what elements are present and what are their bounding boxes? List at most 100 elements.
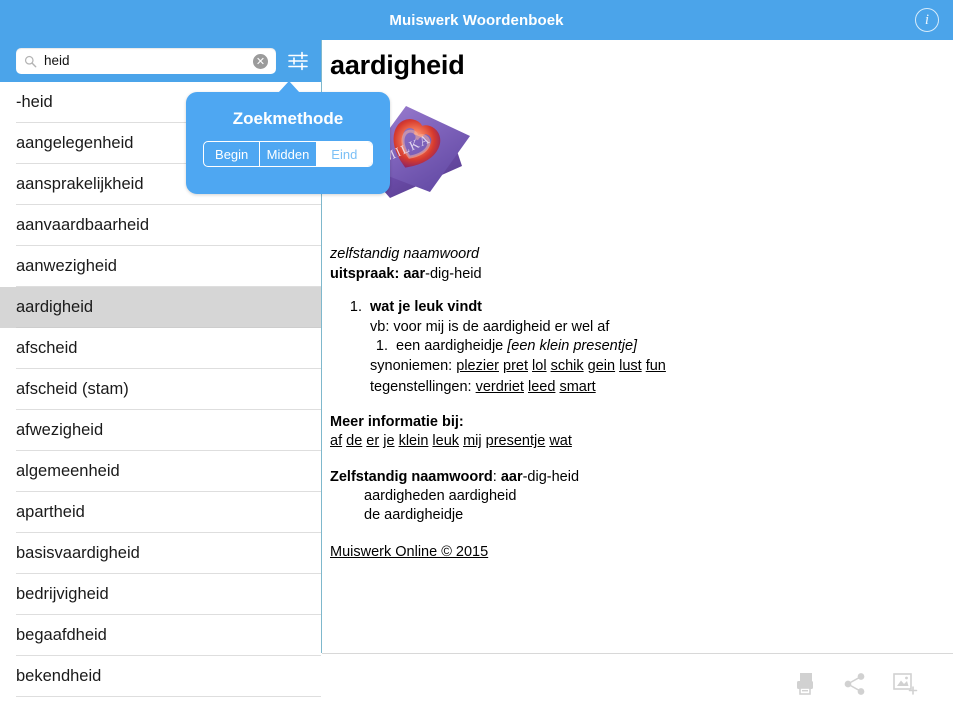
entry-panel: aardigheid MILKA zelfstandig naamwoord u… [322,40,953,653]
word-list-item-label: begaafdheid [16,626,107,644]
inflection-rest: -dig-heid [522,468,580,485]
word-list-item-label: aardigheid [16,298,94,316]
pronunciation-label: uitspraak: [330,266,400,283]
copyright-link[interactable]: Muiswerk Online © 2015 [330,544,488,560]
sliders-icon[interactable] [283,46,313,76]
more-info-link[interactable]: je [383,433,394,449]
print-button[interactable] [783,664,827,704]
word-list-item[interactable]: basisvaardigheid [0,533,321,574]
word-list-item-label: aansprakelijkheid [16,175,144,193]
copyright-line: Muiswerk Online © 2015 [330,543,940,562]
antonyms-line: tegenstellingen: verdriet leed smart [370,378,940,397]
search-input[interactable]: heid ✕ [16,48,276,74]
word-list-item[interactable]: afscheid [0,328,321,369]
pronunciation-line: uitspraak: aar-dig-heid [330,265,940,284]
word-list-item[interactable]: algemeenheid [0,451,321,492]
word-list-item[interactable]: bedrijvigheid [0,574,321,615]
inflection-head-line: Zelfstandig naamwoord: aar-dig-heid [330,468,940,487]
synonyms-line: synoniemen: plezier pret lol schik gein … [370,357,940,376]
search-input-value: heid [44,54,70,68]
more-info-link[interactable]: mij [463,433,482,449]
app-title: Muiswerk Woordenboek [389,11,564,29]
word-list-item[interactable]: aanwezigheid [0,246,321,287]
app-window: Muiswerk Woordenboek i heid ✕ -heid aang… [0,0,953,714]
word-list-item-label: bekendheid [16,667,102,685]
antonym-link[interactable]: verdriet [476,379,524,395]
antonym-link[interactable]: leed [528,379,555,395]
more-info-links[interactable]: af de er je klein leuk mij presentje wat [330,432,940,451]
more-info-link[interactable]: presentje [486,433,546,449]
inflection-line: de aardigheidje [364,507,464,524]
word-list-item-label: basisvaardigheid [16,544,140,562]
search-method-segmented-control[interactable]: Begin Midden Eind [203,141,373,167]
word-list-item[interactable]: bekendheid [0,656,321,697]
word-list-item[interactable]: afscheid (stam) [0,369,321,410]
synonyms-label: synoniemen: [370,358,453,375]
entry-body: zelfstandig naamwoord uitspraak: aar-dig… [330,245,940,563]
synonym-link[interactable]: schik [551,358,584,374]
synonym-link[interactable]: lust [619,358,642,374]
antonym-link[interactable]: smart [559,379,595,395]
more-info-link[interactable]: wat [549,433,572,449]
word-list-item-label: aanwezigheid [16,257,117,275]
word-list-item-label: aangelegenheid [16,134,134,152]
synonym-link[interactable]: pret [503,358,528,374]
synonym-link[interactable]: fun [646,358,666,374]
subsense-item: een aardigheidje [een klein presentje] [392,337,940,356]
more-info-link[interactable]: af [330,433,342,449]
part-of-speech: zelfstandig naamwoord [330,246,480,262]
page-title: aardigheid [330,50,465,80]
pronunciation-rest: -dig-heid [425,266,482,283]
synonym-link[interactable]: lol [532,358,547,374]
sense-definition: wat je leuk vindt [370,298,482,315]
synonym-link[interactable]: gein [588,358,615,374]
subsense-gloss: [een klein presentje] [507,338,638,355]
more-info-link[interactable]: de [346,433,362,449]
more-info-label: Meer informatie bij: [330,413,464,430]
word-list-item-label: algemeenheid [16,462,120,480]
word-list-item[interactable]: apartheid [0,492,321,533]
clear-circle-icon[interactable]: ✕ [253,53,268,69]
more-info-link[interactable]: er [366,433,379,449]
subsense-text: een aardigheidje [396,338,508,355]
word-list-item-label: afwezigheid [16,421,104,439]
word-list-item[interactable]: begaafdheid [0,615,321,656]
word-list-item-label: -heid [16,93,53,111]
info-circle-icon[interactable]: i [915,8,939,32]
more-info-link[interactable]: leuk [432,433,459,449]
share-icon [844,673,865,695]
popover-title: Zoekmethode [232,109,344,128]
word-list-item[interactable]: aardigheid [0,287,321,328]
search-method-option-midden[interactable]: Midden [260,142,317,166]
bottom-toolbar [322,654,953,714]
search-method-popover: Zoekmethode Begin Midden Eind [186,81,390,194]
word-list-item-label: apartheid [16,503,85,521]
add-image-button[interactable] [883,664,927,704]
word-list-item-label: bedrijvigheid [16,585,109,603]
sense-example: vb: voor mij is de aardigheid er wel af [370,318,940,337]
search-icon [24,55,37,67]
inflection-separator: : [492,468,501,485]
word-list-item[interactable]: aanvaardbaarheid [0,205,321,246]
inflection-stress: aar [500,468,523,485]
sense-example-text: voor mij is de aardigheid er wel af [389,318,610,335]
share-button[interactable] [833,664,877,704]
sense-item: wat je leuk vindt vb: voor mij is de aard… [366,298,940,397]
synonym-link[interactable]: plezier [456,358,499,374]
subsense-list: een aardigheidje [een klein presentje] [370,337,940,356]
search-method-option-begin[interactable]: Begin [204,142,261,166]
antonyms-label: tegenstellingen: [370,378,472,395]
inflection-lines: aardigheden aardigheid de aardigheidje [330,487,940,526]
search-method-option-eind[interactable]: Eind [316,142,372,166]
pronunciation-stress: aar [403,266,426,283]
inflection-line: aardigheden aardigheid [364,487,517,504]
word-list-item-label: afscheid (stam) [16,380,129,398]
word-list-item[interactable]: afwezigheid [0,410,321,451]
title-bar: Muiswerk Woordenboek i [0,0,953,40]
inflection-head: Zelfstandig naamwoord [330,468,493,485]
sense-example-label: vb: [370,318,390,335]
search-bar: heid ✕ [0,40,321,82]
more-info-link[interactable]: klein [399,433,429,449]
